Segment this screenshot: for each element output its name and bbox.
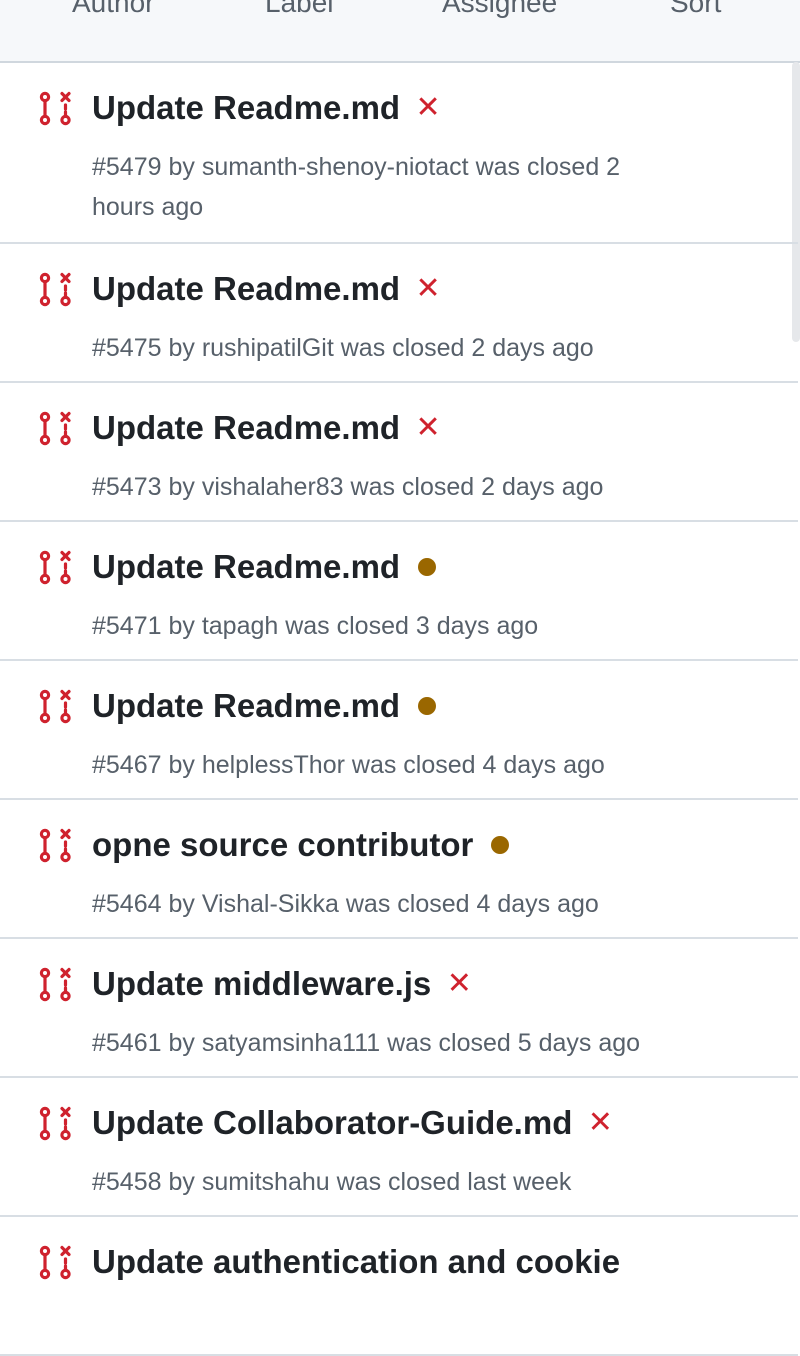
- pull-request-row[interactable]: Update Readme.md ✕ #5479 by sumanth-shen…: [0, 63, 798, 244]
- closed-pull-request-icon: [39, 967, 71, 1002]
- pull-request-meta: #5458 by sumitshahu was closed last week: [92, 1168, 572, 1196]
- pull-request-title[interactable]: opne source contributor: [92, 824, 473, 866]
- pull-request-title[interactable]: Update Readme.md: [92, 685, 400, 727]
- check-pending-icon[interactable]: [491, 836, 510, 854]
- filter-bar: Author Label Assignee Sort: [0, 0, 800, 63]
- check-pending-icon[interactable]: [418, 697, 437, 715]
- pull-request-title[interactable]: Update middleware.js: [92, 963, 431, 1005]
- pull-request-row[interactable]: Update middleware.js ✕ #5461 by satyamsi…: [0, 939, 798, 1078]
- closed-pull-request-icon: [39, 1106, 71, 1141]
- pull-request-row[interactable]: Update Collaborator-Guide.md ✕ #5458 by …: [0, 1078, 798, 1217]
- check-pending-icon[interactable]: [418, 558, 437, 576]
- sort-filter-label: Sort: [670, 0, 722, 18]
- pull-request-title[interactable]: Update Readme.md: [92, 87, 400, 129]
- check-failed-icon[interactable]: ✕: [447, 969, 472, 999]
- closed-pull-request-icon: [39, 272, 71, 307]
- pull-request-row[interactable]: Update authentication and cookie: [0, 1217, 798, 1356]
- pull-request-meta: #5464 by Vishal-Sikka was closed 4 days …: [92, 890, 599, 918]
- pull-request-meta: #5471 by tapagh was closed 3 days ago: [92, 612, 539, 640]
- pull-request-meta: #5475 by rushipatilGit was closed 2 days…: [92, 334, 594, 362]
- author-filter[interactable]: Author: [72, 0, 155, 20]
- pull-request-row[interactable]: Update Readme.md ✕ #5475 by rushipatilGi…: [0, 244, 798, 383]
- closed-pull-request-icon: [39, 411, 71, 446]
- pull-request-meta: #5467 by helplessThor was closed 4 days …: [92, 751, 605, 779]
- pull-request-title[interactable]: Update Readme.md: [92, 268, 400, 310]
- pull-request-row[interactable]: opne source contributor #5464 by Vishal-…: [0, 800, 798, 939]
- check-failed-icon[interactable]: ✕: [588, 1108, 613, 1138]
- pull-request-title[interactable]: Update Readme.md: [92, 407, 400, 449]
- assignee-filter[interactable]: Assignee: [442, 0, 557, 20]
- pull-request-meta: #5461 by satyamsinha111 was closed 5 day…: [92, 1029, 641, 1057]
- label-filter[interactable]: Label: [265, 0, 334, 20]
- pull-request-list: Update Readme.md ✕ #5479 by sumanth-shen…: [0, 63, 798, 1356]
- author-filter-label: Author: [72, 0, 155, 18]
- check-failed-icon[interactable]: ✕: [416, 413, 441, 443]
- sort-filter[interactable]: Sort: [670, 0, 721, 20]
- pull-request-row[interactable]: Update Readme.md #5471 by tapagh was clo…: [0, 522, 798, 661]
- pull-request-row[interactable]: Update Readme.md ✕ #5473 by vishalaher83…: [0, 383, 798, 522]
- pull-request-meta: #5479 by sumanth-shenoy-niotact was clos…: [92, 153, 621, 221]
- pull-request-title[interactable]: Update Collaborator-Guide.md: [92, 1102, 572, 1144]
- pull-request-title[interactable]: Update authentication and cookie: [92, 1241, 620, 1283]
- check-failed-icon[interactable]: ✕: [416, 274, 441, 304]
- check-failed-icon[interactable]: ✕: [416, 93, 441, 123]
- label-filter-label: Label: [265, 0, 334, 18]
- assignee-filter-label: Assignee: [442, 0, 558, 18]
- pull-request-row[interactable]: Update Readme.md #5467 by helplessThor w…: [0, 661, 798, 800]
- closed-pull-request-icon: [39, 689, 71, 724]
- closed-pull-request-icon: [39, 91, 71, 126]
- closed-pull-request-icon: [39, 828, 71, 863]
- closed-pull-request-icon: [39, 1245, 71, 1280]
- pull-request-meta: #5473 by vishalaher83 was closed 2 days …: [92, 473, 604, 501]
- pull-request-title[interactable]: Update Readme.md: [92, 546, 400, 588]
- closed-pull-request-icon: [39, 550, 71, 585]
